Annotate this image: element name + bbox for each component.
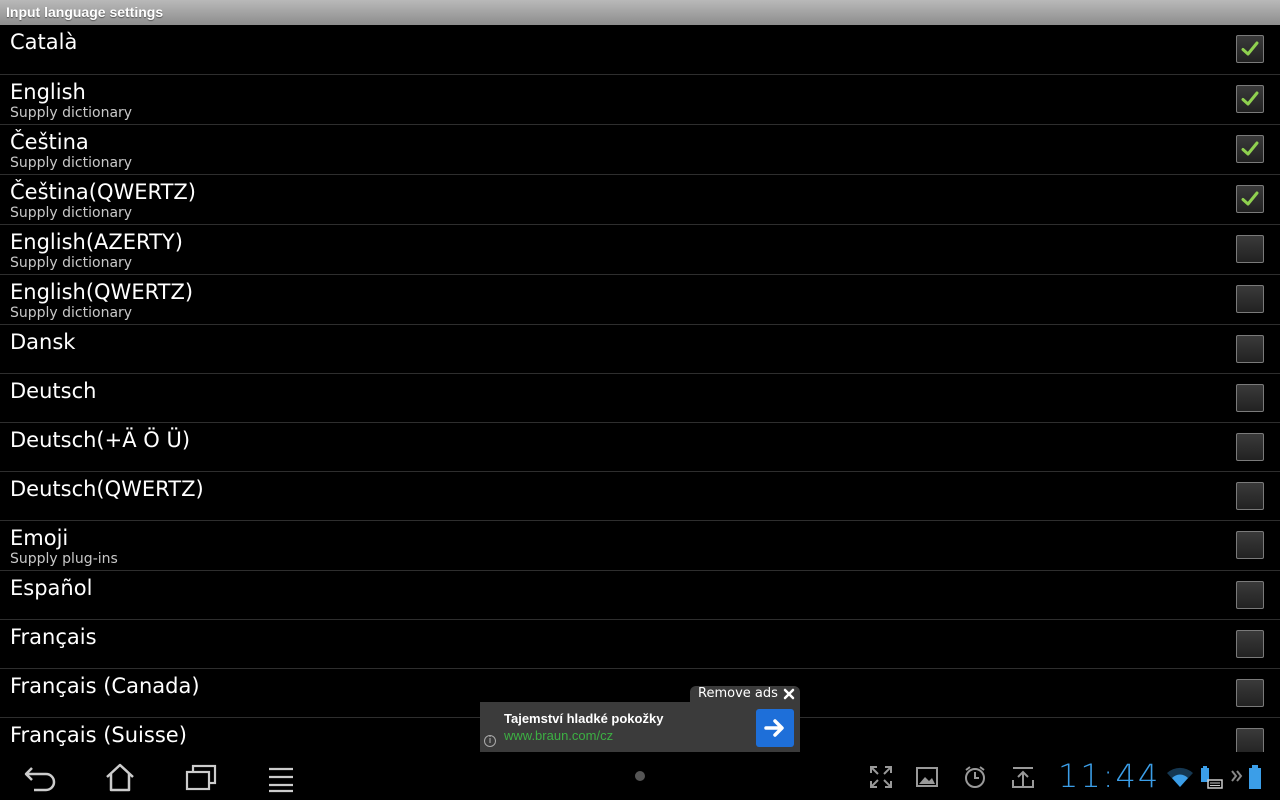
check-icon: [1241, 91, 1259, 106]
language-subtitle: Supply dictionary: [10, 105, 133, 121]
ad-banner[interactable]: Tajemství hladké pokožky www.braun.com/c…: [480, 702, 800, 752]
language-checkbox[interactable]: [1236, 235, 1264, 263]
language-name: Deutsch(QWERTZ): [10, 477, 204, 501]
language-name: Deutsch: [10, 379, 97, 403]
language-subtitle: Supply dictionary: [10, 205, 133, 221]
wifi-icon: [1167, 767, 1193, 787]
language-name: Français: [10, 625, 97, 649]
recent-apps-icon: [185, 764, 217, 791]
language-name: English(AZERTY): [10, 230, 183, 254]
language-subtitle: Supply plug-ins: [10, 551, 118, 567]
ad-go-button[interactable]: [756, 709, 794, 747]
list-item[interactable]: Emoji Supply plug-ins: [0, 521, 1280, 571]
close-icon: [783, 688, 795, 700]
language-checkbox[interactable]: [1236, 433, 1264, 461]
language-name: Čeština: [10, 130, 89, 154]
language-name: Français (Canada): [10, 674, 200, 698]
language-name: Čeština(QWERTZ): [10, 180, 196, 204]
list-item[interactable]: Deutsch(QWERTZ): [0, 472, 1280, 521]
ad-title: Tajemství hladké pokožky: [504, 711, 664, 726]
language-subtitle: Supply dictionary: [10, 155, 133, 171]
list-item[interactable]: Dansk: [0, 325, 1280, 374]
status-clock: 11:44: [1058, 757, 1161, 795]
fullscreen-icon[interactable]: [868, 764, 894, 790]
language-list[interactable]: Català English Supply dictionary Čeština…: [0, 25, 1280, 752]
list-item[interactable]: Čeština Supply dictionary: [0, 125, 1280, 175]
language-name: Français (Suisse): [10, 723, 187, 747]
language-subtitle: Supply dictionary: [10, 305, 133, 321]
language-checkbox[interactable]: [1236, 285, 1264, 313]
language-name: Deutsch(+Ä Ö Ü): [10, 428, 191, 452]
back-button[interactable]: [20, 760, 60, 794]
language-checkbox[interactable]: [1236, 85, 1264, 113]
ad-url[interactable]: www.braun.com/cz: [504, 728, 613, 743]
check-icon: [1241, 41, 1259, 56]
language-checkbox[interactable]: [1236, 35, 1264, 63]
system-navbar: 11:44: [0, 752, 1280, 800]
menu-button[interactable]: [262, 760, 302, 794]
list-item[interactable]: Català: [0, 25, 1280, 75]
chevron-right-icon[interactable]: [1230, 766, 1244, 786]
language-checkbox[interactable]: [1236, 581, 1264, 609]
language-name: Català: [10, 30, 78, 54]
language-name: English(QWERTZ): [10, 280, 194, 304]
list-item[interactable]: Español: [0, 571, 1280, 620]
page-title: Input language settings: [0, 0, 1280, 25]
arrow-right-icon: [764, 719, 784, 737]
language-checkbox[interactable]: [1236, 185, 1264, 213]
home-icon: [106, 763, 134, 792]
info-icon[interactable]: i: [484, 735, 496, 747]
list-item[interactable]: English Supply dictionary: [0, 75, 1280, 125]
list-item[interactable]: Français: [0, 620, 1280, 669]
language-checkbox[interactable]: [1236, 630, 1264, 658]
language-checkbox[interactable]: [1236, 728, 1264, 752]
check-icon: [1241, 191, 1259, 206]
language-name: Emoji: [10, 526, 69, 550]
battery-icon: [1249, 765, 1261, 789]
alarm-icon[interactable]: [962, 764, 988, 790]
list-item[interactable]: Čeština(QWERTZ) Supply dictionary: [0, 175, 1280, 225]
remove-ads-label: Remove ads: [698, 686, 778, 701]
language-name: Dansk: [10, 330, 76, 354]
download-icon[interactable]: [1010, 764, 1036, 790]
language-checkbox[interactable]: [1236, 482, 1264, 510]
language-name: Español: [10, 576, 93, 600]
list-item[interactable]: Deutsch: [0, 374, 1280, 423]
list-item[interactable]: Deutsch(+Ä Ö Ü): [0, 423, 1280, 472]
keyboard-battery-icon: [1201, 766, 1223, 789]
language-checkbox[interactable]: [1236, 384, 1264, 412]
list-item[interactable]: English(QWERTZ) Supply dictionary: [0, 275, 1280, 325]
menu-icon: [269, 767, 293, 793]
language-checkbox[interactable]: [1236, 135, 1264, 163]
recent-apps-button[interactable]: [181, 760, 221, 794]
gallery-icon[interactable]: [914, 764, 940, 790]
home-button[interactable]: [100, 760, 140, 794]
back-icon: [24, 767, 56, 792]
check-icon: [1241, 141, 1259, 156]
language-checkbox[interactable]: [1236, 531, 1264, 559]
language-checkbox[interactable]: [1236, 679, 1264, 707]
language-subtitle: Supply dictionary: [10, 255, 133, 271]
remove-ads-button[interactable]: Remove ads: [690, 686, 800, 702]
page-indicator-dot: [635, 771, 645, 781]
language-name: English: [10, 80, 86, 104]
list-item[interactable]: English(AZERTY) Supply dictionary: [0, 225, 1280, 275]
language-checkbox[interactable]: [1236, 335, 1264, 363]
